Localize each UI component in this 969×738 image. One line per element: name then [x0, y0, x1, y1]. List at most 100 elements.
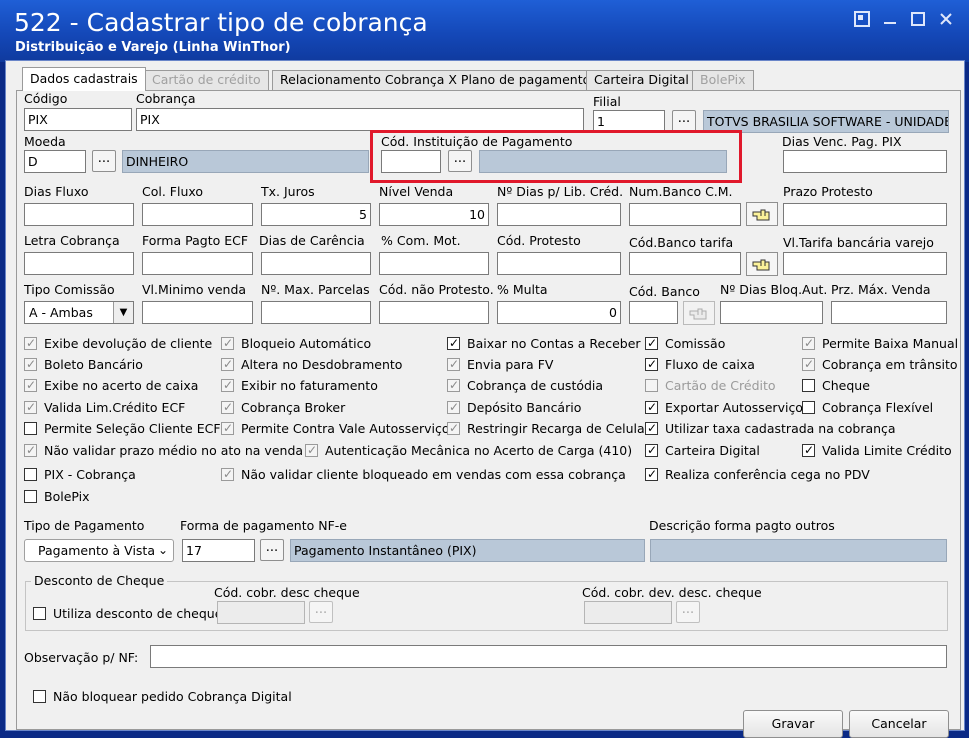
- chk-envia-fv[interactable]: ✓ Envia para FV: [447, 357, 553, 373]
- chk-boleto-bancario[interactable]: ✓ Boleto Bancário: [24, 357, 143, 373]
- cod-nao-protesto-input[interactable]: [379, 301, 489, 324]
- pointing-hand-icon[interactable]: [746, 202, 778, 226]
- chk-utiliza-desconto-cheque[interactable]: Utiliza desconto de cheque: [33, 606, 222, 622]
- dias-fluxo-input[interactable]: [24, 203, 134, 226]
- chk-comissao[interactable]: ✓ Comissão: [645, 336, 725, 352]
- chk-baixar-contas-receber[interactable]: ✓ Baixar no Contas a Receber: [447, 336, 641, 352]
- chk-permite-selecao-cliente[interactable]: Permite Seleção Cliente ECF: [24, 421, 221, 437]
- chk-exibir-faturamento[interactable]: ✓ Exibir no faturamento: [221, 378, 378, 394]
- n-max-parcelas-label: Nº. Max. Parcelas: [261, 282, 370, 297]
- moeda-browse-button[interactable]: ...: [92, 150, 116, 172]
- pointing-hand-icon[interactable]: [746, 252, 778, 276]
- chk-nao-validar-cliente-bloqueado[interactable]: ✓ Não validar cliente bloqueado em vendas…: [221, 467, 626, 483]
- n-max-parcelas-input[interactable]: [261, 301, 371, 324]
- chk-label: Não validar cliente bloqueado em vendas …: [241, 467, 626, 482]
- vl-tarifa-input[interactable]: [783, 252, 947, 275]
- chk-cobranca-transito[interactable]: ✓ Cobrança em trânsito: [802, 357, 958, 373]
- tab-carteira-digital[interactable]: Carteira Digital: [586, 70, 697, 90]
- tx-juros-input[interactable]: 5: [261, 203, 371, 226]
- forma-pagto-ecf-input[interactable]: [142, 252, 253, 275]
- chk-cheque[interactable]: Cheque: [802, 378, 870, 394]
- cod-banco-tarifa-input[interactable]: [629, 252, 741, 275]
- chk-exibe-acerto-caixa[interactable]: ✓ Exibe no acerto de caixa: [24, 378, 198, 394]
- tab-cartao-credito[interactable]: Cartão de crédito: [144, 70, 269, 90]
- cod-cobr-desc-browse-button[interactable]: ...: [309, 601, 333, 623]
- cod-protesto-input[interactable]: [497, 252, 621, 275]
- vl-minimo-input[interactable]: [142, 301, 253, 324]
- n-dias-bloq-label: Nº Dias Bloq.Aut.: [720, 282, 828, 297]
- chk-nao-validar-prazo[interactable]: ✓ Não validar prazo médio no ato na venda: [24, 443, 303, 459]
- cod-cobr-desc-input[interactable]: [217, 601, 305, 624]
- gravar-button[interactable]: Gravar: [743, 710, 843, 738]
- n-dias-bloq-input[interactable]: [720, 301, 823, 324]
- forma-pagamento-nfe-input[interactable]: 17: [182, 539, 255, 562]
- chk-bloqueio-automatico[interactable]: ✓ Bloqueio Automático: [221, 336, 371, 352]
- chk-cartao-credito[interactable]: Cartão de Crédito: [645, 378, 776, 394]
- checkbox-icon: ✓: [24, 400, 37, 414]
- prz-max-venda-input[interactable]: [831, 301, 947, 324]
- tipo-comissao-select[interactable]: A - Ambas ▼: [24, 301, 134, 324]
- cod-banco-input[interactable]: [629, 301, 678, 324]
- tab-bolepix[interactable]: BolePix: [692, 70, 754, 90]
- chk-deposito-bancario[interactable]: ✓ Depósito Bancário: [447, 400, 581, 416]
- cod-cobr-desc-label: Cód. cobr. desc cheque: [214, 585, 360, 600]
- chk-nao-bloquear-pedido[interactable]: Não bloquear pedido Cobrança Digital: [33, 689, 292, 705]
- chk-exibe-devolucao[interactable]: ✓ Exibe devolução de cliente: [24, 336, 212, 352]
- cod-cobr-dev-input[interactable]: [584, 601, 672, 624]
- chk-restringir-recarga[interactable]: ✓ Restringir Recarga de Celular: [447, 421, 650, 437]
- chk-label: Não bloquear pedido Cobrança Digital: [53, 689, 292, 704]
- minimize-icon[interactable]: [878, 8, 902, 32]
- n-dias-lib-input[interactable]: [497, 203, 621, 226]
- num-banco-cm-input[interactable]: [629, 203, 741, 226]
- chk-cobranca-flexivel[interactable]: Cobrança Flexível: [802, 400, 933, 416]
- chk-fluxo-caixa[interactable]: ✓ Fluxo de caixa: [645, 357, 755, 373]
- cobranca-input[interactable]: PIX: [136, 108, 584, 131]
- nivel-venda-input[interactable]: 10: [379, 203, 489, 226]
- chk-pix-cobranca[interactable]: PIX - Cobrança: [24, 467, 136, 483]
- chk-exportar-autosservico[interactable]: ✓ Exportar Autosserviço: [645, 400, 803, 416]
- prazo-protesto-input[interactable]: [783, 203, 947, 226]
- dias-carencia-input[interactable]: [261, 252, 371, 275]
- tipo-pagamento-select[interactable]: Pagamento à Vista ⌄: [24, 539, 174, 562]
- close-icon[interactable]: [934, 8, 958, 32]
- cancelar-button[interactable]: Cancelar: [849, 710, 949, 738]
- chk-cobranca-broker[interactable]: ✓ Cobrança Broker: [221, 400, 345, 416]
- chk-altera-desdobramento[interactable]: ✓ Altera no Desdobramento: [221, 357, 402, 373]
- codigo-input[interactable]: PIX: [24, 108, 132, 131]
- chk-label: Cheque: [822, 378, 870, 393]
- checkbox-icon: [24, 490, 37, 503]
- tab-dados-cadastrais[interactable]: Dados cadastrais: [22, 67, 146, 91]
- maximize-icon[interactable]: [906, 8, 930, 32]
- com-mot-input[interactable]: [379, 252, 489, 275]
- chk-label: Envia para FV: [467, 357, 554, 372]
- dias-venc-pix-input[interactable]: [783, 150, 947, 173]
- letra-cobranca-input[interactable]: [24, 252, 134, 275]
- pointing-hand-icon[interactable]: [683, 301, 715, 325]
- col-fluxo-input[interactable]: [142, 203, 253, 226]
- observacao-input[interactable]: [150, 645, 947, 668]
- tab-relacionamento[interactable]: Relacionamento Cobrança X Plano de pagam…: [272, 70, 599, 90]
- chk-carteira-digital[interactable]: ✓ Carteira Digital: [645, 443, 760, 459]
- chk-realiza-conferencia[interactable]: ✓ Realiza conferência cega no PDV: [645, 467, 870, 483]
- multa-label: % Multa: [497, 282, 548, 297]
- cod-cobr-dev-browse-button[interactable]: ...: [676, 601, 700, 623]
- chk-valida-lim-credito-ecf[interactable]: ✓ Valida Lim.Crédito ECF: [24, 400, 185, 416]
- forma-pagamento-browse-button[interactable]: ...: [260, 539, 284, 561]
- chk-cobranca-custodia[interactable]: ✓ Cobrança de custódia: [447, 378, 603, 394]
- restore-layout-icon[interactable]: [850, 8, 874, 32]
- multa-input[interactable]: 0: [497, 301, 621, 324]
- chk-utilizar-taxa[interactable]: ✓ Utilizar taxa cadastrada na cobrança: [645, 421, 896, 437]
- moeda-input[interactable]: D: [24, 150, 86, 173]
- chk-permite-contra-vale[interactable]: ✓ Permite Contra Vale Autosserviço: [221, 421, 450, 437]
- filial-browse-button[interactable]: ...: [672, 110, 696, 132]
- chk-label: Cobrança de custódia: [467, 378, 604, 393]
- prz-max-venda-label: Prz. Máx. Venda: [831, 282, 931, 297]
- chk-label: Carteira Digital: [665, 443, 760, 458]
- chk-label: Valida Lim.Crédito ECF: [44, 400, 186, 415]
- chk-permite-baixa-manual[interactable]: ✓ Permite Baixa Manual: [802, 336, 958, 352]
- chk-valida-limite-credito[interactable]: ✓ Valida Limite Crédito: [802, 443, 952, 459]
- checkbox-icon: ✓: [645, 467, 658, 481]
- checkbox-icon: ✓: [447, 378, 460, 392]
- chk-autenticacao-mecanica[interactable]: ✓ Autenticação Mecânica no Acerto de Carg…: [305, 443, 632, 459]
- chk-bolepix[interactable]: BolePix: [24, 489, 90, 505]
